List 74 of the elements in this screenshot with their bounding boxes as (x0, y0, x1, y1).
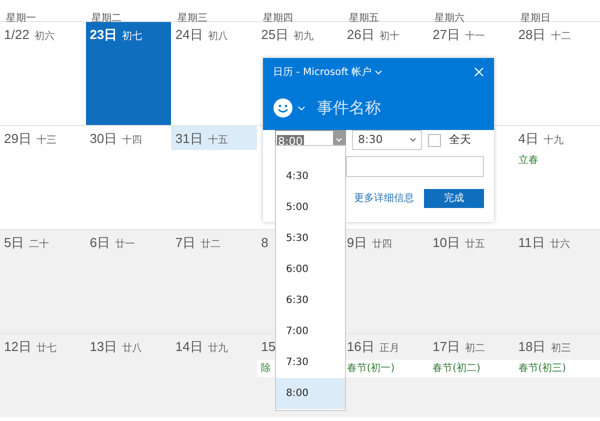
lunar-date: 初三 (550, 342, 571, 356)
day-number: 25日 (261, 26, 289, 44)
all-day-checkbox[interactable] (428, 134, 441, 146)
day-number: 26日 (346, 26, 374, 44)
emoji-picker[interactable] (273, 98, 305, 118)
day-number: 17日 (432, 338, 460, 356)
lunar-date: 廿五 (465, 238, 486, 252)
day-number: 9日 (346, 234, 368, 252)
day-number: 14日 (175, 338, 203, 356)
lunar-date: 正月 (379, 342, 400, 356)
lunar-date: 二十 (29, 238, 50, 252)
day-number: 10日 (432, 234, 460, 252)
close-icon[interactable] (474, 67, 484, 77)
lunar-date: 廿八 (122, 342, 142, 356)
day-number: 8 (261, 234, 268, 252)
day-number: 23日 (90, 26, 118, 44)
end-time-select[interactable]: 8:30 (352, 130, 422, 150)
day-number: 1/22 (4, 26, 30, 44)
lunar-date: 廿七 (36, 342, 56, 356)
more-details-link[interactable]: 更多详细信息 (354, 191, 414, 206)
day-number: 4日 (518, 130, 539, 148)
lunar-date: 廿九 (208, 342, 228, 356)
day-number: 18日 (518, 338, 546, 356)
day-number: 16日 (346, 338, 374, 356)
day-number: 12日 (4, 338, 32, 356)
day-number: 30日 (90, 130, 118, 148)
day-number: 6日 (90, 234, 110, 252)
day-number: 24日 (175, 26, 203, 44)
day-number: 15 (261, 338, 276, 356)
weekday-header: 星期二 (92, 13, 122, 24)
day-number: 5日 (4, 234, 24, 252)
lunar-date: 初七 (122, 30, 142, 44)
lunar-date: 十三 (36, 134, 56, 148)
lunar-date: 初八 (208, 30, 228, 44)
smiley-icon (273, 98, 293, 118)
chevron-down-icon (410, 138, 416, 142)
day-number: 11日 (518, 234, 545, 252)
chevron-down-icon (374, 70, 382, 74)
weekday-header: 星期一 (6, 13, 36, 24)
chevron-down-icon (298, 106, 305, 110)
lunar-date: 廿一 (114, 238, 135, 252)
lunar-date: 十五 (208, 134, 228, 148)
weekday-header: 星期日 (520, 13, 550, 24)
weekday-header: 星期六 (434, 13, 465, 24)
holiday-event[interactable]: 春节(初二) (428, 360, 514, 377)
lunar-date: 廿六 (550, 238, 570, 252)
event-name-field[interactable]: 事件名称 (317, 96, 467, 120)
location-field[interactable] (346, 156, 484, 177)
lunar-date: 十二 (550, 30, 571, 44)
lunar-date: 初二 (465, 342, 486, 356)
day-number: 13日 (90, 338, 118, 356)
lunar-date: 十一 (465, 30, 486, 44)
day-number: 7日 (175, 234, 196, 252)
selected-day-cell[interactable]: 23日 初七 (86, 22, 172, 125)
day-number: 28日 (518, 26, 546, 44)
lunar-date: 十九 (544, 134, 564, 148)
all-day-label: 全天 (449, 132, 471, 148)
weekday-header: 星期五 (348, 13, 379, 24)
holiday-event[interactable]: 春节(初三) (514, 360, 600, 377)
done-button[interactable]: 完成 (424, 189, 484, 208)
chevron-down-icon (336, 138, 342, 142)
lunar-date: 廿二 (200, 238, 221, 252)
account-selector[interactable]: 日历 - Microsoft 帐户 (273, 64, 382, 80)
day-number: 31日 (175, 130, 203, 148)
time-option[interactable]: 8:00 (276, 378, 345, 409)
weekday-header: 星期三 (177, 13, 208, 24)
lunar-date: 初十 (379, 30, 400, 44)
weekday-header: 星期四 (263, 13, 294, 24)
day-number: 29日 (4, 130, 32, 148)
lunar-date: 十四 (122, 134, 142, 148)
day-number: 27日 (432, 26, 460, 44)
lunar-date: 廿四 (372, 238, 392, 252)
lunar-date: 初六 (34, 30, 54, 44)
lunar-date: 初九 (294, 30, 314, 44)
